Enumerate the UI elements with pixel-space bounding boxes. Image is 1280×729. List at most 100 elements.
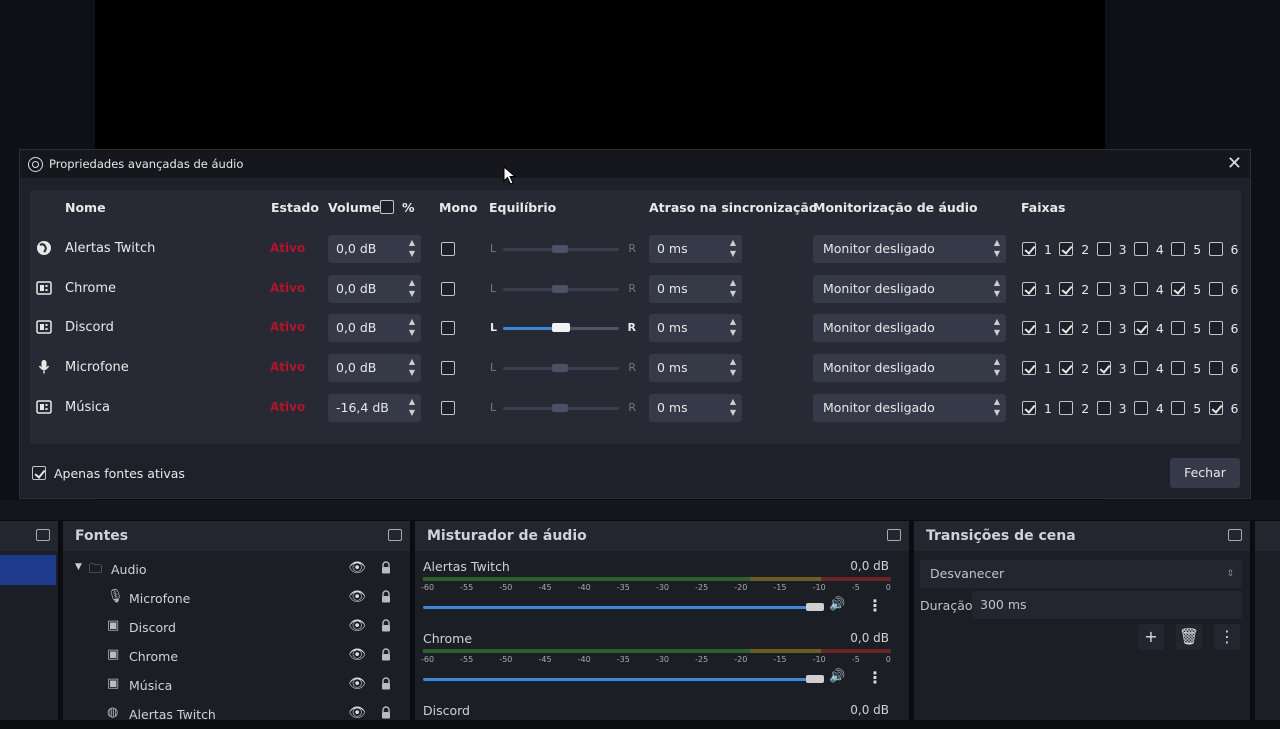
volume-spinbox[interactable]: 0,0 dB ▲ ▼ — [328, 235, 421, 263]
track-checkbox[interactable] — [1171, 400, 1186, 415]
track-checkbox[interactable] — [1096, 361, 1111, 376]
volume-percent-checkbox[interactable] — [380, 200, 394, 214]
sync-delay-spinbox[interactable]: 0 ms ▲ ▼ — [649, 354, 742, 383]
track-checkbox[interactable] — [1208, 281, 1223, 296]
track-checkbox[interactable] — [1096, 281, 1111, 296]
speaker-icon[interactable]: 🔊 — [829, 669, 845, 684]
track-checkbox[interactable] — [1133, 400, 1148, 415]
track-checkbox[interactable] — [1096, 242, 1111, 256]
source-item[interactable]: ▼ 🗀 Audio 👁 — [63, 555, 410, 584]
track-checkbox[interactable] — [1059, 281, 1074, 296]
track-checkbox[interactable] — [1133, 281, 1148, 296]
eye-icon[interactable]: 👁 — [348, 560, 366, 576]
track-checkbox[interactable] — [1059, 242, 1074, 256]
track-checkbox[interactable] — [1059, 361, 1074, 376]
balance-handle[interactable] — [552, 364, 568, 373]
undock-icon[interactable] — [388, 529, 402, 541]
transition-select[interactable]: Desvanecer ⇕ — [920, 560, 1242, 588]
monitoring-select[interactable]: Monitor desligado ▲ ▼ — [813, 274, 1006, 303]
mono-checkbox[interactable] — [441, 361, 455, 376]
track-checkbox[interactable] — [1171, 281, 1186, 296]
track-checkbox[interactable] — [1208, 400, 1223, 415]
track-checkbox[interactable] — [1133, 321, 1148, 336]
spin-arrows-icon[interactable]: ▲ ▼ — [409, 356, 415, 378]
track-checkbox[interactable] — [1022, 242, 1036, 256]
track-checkbox[interactable] — [1171, 321, 1186, 336]
balance-slider[interactable]: L R — [490, 270, 636, 308]
track-checkbox[interactable] — [1022, 321, 1036, 336]
monitoring-select[interactable]: Monitor desligado ▲ ▼ — [813, 354, 1006, 383]
lock-icon[interactable] — [381, 677, 391, 690]
source-item[interactable]: ▣ Discord 👁 — [63, 613, 410, 642]
mono-checkbox[interactable] — [441, 321, 455, 336]
mono-checkbox[interactable] — [441, 281, 455, 296]
track-checkbox[interactable] — [1022, 281, 1036, 296]
eye-icon[interactable]: 👁 — [348, 676, 366, 692]
caret-down-icon[interactable]: ▼ — [75, 562, 82, 572]
source-item[interactable]: 🎙 Microfone 👁 — [63, 584, 410, 613]
volume-spinbox[interactable]: 0,0 dB ▲ ▼ — [328, 314, 421, 343]
eye-icon[interactable]: 👁 — [348, 589, 366, 605]
sync-delay-spinbox[interactable]: 0 ms ▲ ▼ — [649, 235, 742, 263]
lock-icon[interactable] — [381, 590, 391, 603]
balance-handle[interactable] — [552, 323, 570, 333]
spin-arrows-icon[interactable]: ▲ ▼ — [730, 277, 736, 299]
selected-scene[interactable] — [0, 555, 56, 585]
spin-arrows-icon[interactable]: ▲ ▼ — [730, 237, 736, 259]
sync-delay-spinbox[interactable]: 0 ms ▲ ▼ — [649, 314, 742, 343]
only-active-checkbox[interactable] — [32, 466, 46, 480]
track-checkbox[interactable] — [1022, 361, 1036, 376]
eye-icon[interactable]: 👁 — [348, 618, 366, 634]
monitoring-select[interactable]: Monitor desligado ▲ ▼ — [813, 235, 1006, 263]
spin-arrows-icon[interactable]: ▲ ▼ — [409, 396, 415, 418]
mono-checkbox[interactable] — [441, 400, 455, 415]
kebab-menu-icon[interactable]: ⋮ — [867, 668, 883, 687]
lock-icon[interactable] — [381, 648, 391, 661]
track-checkbox[interactable] — [1096, 321, 1111, 336]
volume-slider[interactable] — [423, 678, 818, 681]
spin-arrows-icon[interactable]: ▲ ▼ — [730, 396, 736, 418]
volume-spinbox[interactable]: 0,0 dB ▲ ▼ — [328, 274, 421, 303]
sync-delay-spinbox[interactable]: 0 ms ▲ ▼ — [649, 393, 742, 422]
track-checkbox[interactable] — [1208, 361, 1223, 376]
spin-arrows-icon[interactable]: ▲ ▼ — [409, 277, 415, 299]
source-item[interactable]: ◍ Alertas Twitch 👁 — [63, 700, 410, 729]
undock-icon[interactable] — [1228, 529, 1242, 541]
add-icon[interactable]: + — [1138, 624, 1164, 650]
trash-icon[interactable]: 🗑 — [1176, 624, 1202, 650]
monitoring-select[interactable]: Monitor desligado ▲ ▼ — [813, 393, 1006, 422]
monitoring-select[interactable]: Monitor desligado ▲ ▼ — [813, 314, 1006, 343]
eye-icon[interactable]: 👁 — [348, 705, 366, 721]
spin-arrows-icon[interactable]: ▲ ▼ — [409, 237, 415, 259]
kebab-menu-icon[interactable]: ⋮ — [867, 596, 883, 615]
duration-spinbox[interactable]: 300 ms — [972, 591, 1242, 619]
spin-arrows-icon[interactable]: ▲ ▼ — [409, 316, 415, 338]
lock-icon[interactable] — [381, 619, 391, 632]
close-button[interactable]: Fechar — [1170, 458, 1240, 488]
speaker-icon[interactable]: 🔊 — [829, 597, 845, 612]
volume-handle[interactable] — [806, 603, 824, 611]
track-checkbox[interactable] — [1171, 361, 1186, 376]
source-item[interactable]: ▣ Música 👁 — [63, 671, 410, 700]
volume-spinbox[interactable]: -16,4 dB ▲ ▼ — [328, 393, 421, 422]
track-checkbox[interactable] — [1133, 242, 1148, 256]
balance-slider[interactable]: L R — [490, 309, 636, 347]
track-checkbox[interactable] — [1096, 400, 1111, 415]
track-checkbox[interactable] — [1059, 321, 1074, 336]
balance-handle[interactable] — [552, 245, 568, 253]
track-checkbox[interactable] — [1059, 400, 1074, 415]
balance-handle[interactable] — [552, 403, 568, 412]
mono-checkbox[interactable] — [441, 242, 455, 256]
track-checkbox[interactable] — [1022, 400, 1036, 415]
kebab-menu-icon[interactable]: ⋮ — [1214, 624, 1240, 650]
undock-icon[interactable] — [36, 529, 50, 541]
volume-handle[interactable] — [806, 675, 824, 683]
lock-icon[interactable] — [381, 561, 391, 574]
spin-arrows-icon[interactable]: ▲ ▼ — [730, 316, 736, 338]
volume-slider[interactable] — [423, 606, 818, 609]
close-icon[interactable]: ✕ — [1227, 153, 1242, 174]
track-checkbox[interactable] — [1208, 321, 1223, 336]
source-item[interactable]: ▣ Chrome 👁 — [63, 642, 410, 671]
eye-icon[interactable]: 👁 — [348, 647, 366, 663]
track-checkbox[interactable] — [1208, 242, 1223, 256]
